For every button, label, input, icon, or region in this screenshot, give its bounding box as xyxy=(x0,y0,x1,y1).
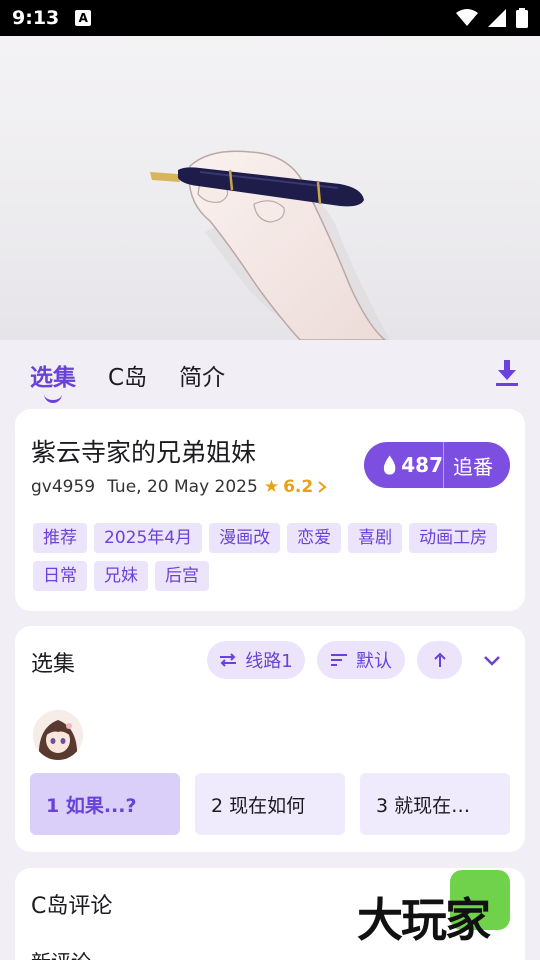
episodes-section-title: 选集 xyxy=(31,646,76,680)
tag[interactable]: 动画工房 xyxy=(409,523,498,553)
watermark: 大玩家 xyxy=(355,870,525,947)
anime-meta: gv4959 Tue, 20 May 2025 ★ 6.2 xyxy=(31,477,328,497)
swap-icon xyxy=(220,653,237,667)
arrow-up-icon xyxy=(433,652,446,667)
release-date: Tue, 20 May 2025 xyxy=(107,477,258,497)
anime-title: 紫云寺家的兄弟姐妹 xyxy=(31,438,257,467)
download-icon[interactable] xyxy=(494,358,520,388)
anime-info-card: 紫云寺家的兄弟姐妹 gv4959 Tue, 20 May 2025 ★ 6.2 … xyxy=(15,409,525,611)
tag[interactable]: 兄妹 xyxy=(94,561,148,591)
avatar[interactable] xyxy=(33,710,83,760)
route-select-button[interactable]: 线路1 xyxy=(207,641,305,679)
episode-item[interactable]: 1 如果...? xyxy=(30,773,180,835)
chevron-right-icon xyxy=(318,481,327,493)
episodes-title-text: 选集 xyxy=(31,646,76,680)
tab-intro[interactable]: 简介 xyxy=(179,358,225,392)
anime-id: gv4959 xyxy=(31,477,96,497)
rating[interactable]: ★ 6.2 xyxy=(264,477,328,497)
episodes-card: 选集 线路1 默认 1 如果...? 2 现在如何 3 就现在… xyxy=(15,626,525,852)
episode-item[interactable]: 3 就现在… xyxy=(360,773,510,835)
notification-a-icon: A xyxy=(75,10,92,26)
follow-button[interactable]: 487 追番 xyxy=(364,442,510,488)
tag[interactable]: 2025年4月 xyxy=(94,523,203,553)
sort-icon xyxy=(331,654,347,666)
follow-label: 追番 xyxy=(453,454,493,479)
watermark-text: 大玩家 xyxy=(357,893,491,947)
tag[interactable]: 漫画改 xyxy=(209,523,281,553)
wifi-icon xyxy=(456,9,478,26)
sort-select-button[interactable]: 默认 xyxy=(317,641,405,679)
tag[interactable]: 日常 xyxy=(33,561,87,591)
comments-title-text: C岛评论 xyxy=(31,888,113,922)
tag[interactable]: 推荐 xyxy=(33,523,87,553)
tag[interactable]: 恋爱 xyxy=(287,523,342,553)
sort-label: 默认 xyxy=(356,651,392,672)
flame-icon xyxy=(383,455,396,475)
chevron-down-icon[interactable] xyxy=(482,654,502,668)
signal-icon xyxy=(488,9,506,27)
comments-subtitle: 新评论 xyxy=(31,946,91,960)
tag-list: 推荐 2025年4月 漫画改 恋爱 喜剧 动画工房 日常 兄妹 后宫 xyxy=(33,523,513,591)
rating-value: 6.2 xyxy=(283,477,314,497)
star-icon: ★ xyxy=(263,477,280,497)
tab-bar: 选集 C岛 简介 xyxy=(0,340,540,410)
status-bar: 9:13 A xyxy=(0,0,540,36)
route-label: 线路1 xyxy=(245,651,293,672)
video-player[interactable] xyxy=(0,36,540,340)
tag[interactable]: 喜剧 xyxy=(348,523,403,553)
follow-count: 487 xyxy=(401,453,443,477)
battery-icon xyxy=(516,8,528,28)
episode-item[interactable]: 2 现在如何 xyxy=(195,773,345,835)
tag[interactable]: 后宫 xyxy=(155,561,209,591)
video-frame-illustration xyxy=(150,150,390,340)
avatar-image xyxy=(33,710,83,760)
tab-c-island[interactable]: C岛 xyxy=(108,358,147,392)
tab-episodes[interactable]: 选集 xyxy=(30,358,76,403)
status-time: 9:13 xyxy=(12,7,60,29)
comments-section-title: C岛评论 xyxy=(31,888,113,922)
sort-direction-button[interactable] xyxy=(417,641,462,679)
